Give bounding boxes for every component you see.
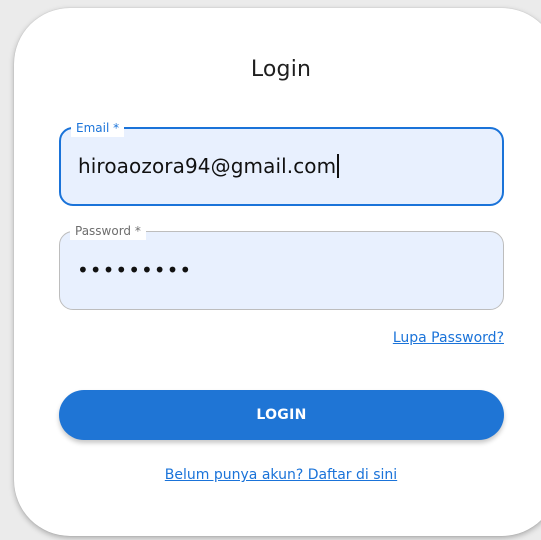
password-label: Password *	[70, 222, 146, 240]
password-input[interactable]: •••••••••	[77, 258, 192, 282]
password-field[interactable]: Password * •••••••••	[59, 222, 504, 310]
text-caret	[337, 154, 340, 178]
email-value: hiroaozora94@gmail.com	[78, 154, 337, 178]
register-link[interactable]: Belum punya akun? Daftar di sini	[0, 467, 541, 483]
email-field[interactable]: Email * hiroaozora94@gmail.com	[59, 119, 504, 206]
login-button[interactable]: LOGIN	[59, 390, 504, 440]
forgot-password-link[interactable]: Lupa Password?	[393, 330, 504, 346]
page-title: Login	[250, 57, 312, 82]
email-input[interactable]: hiroaozora94@gmail.com	[78, 154, 340, 178]
email-label: Email *	[71, 119, 125, 137]
